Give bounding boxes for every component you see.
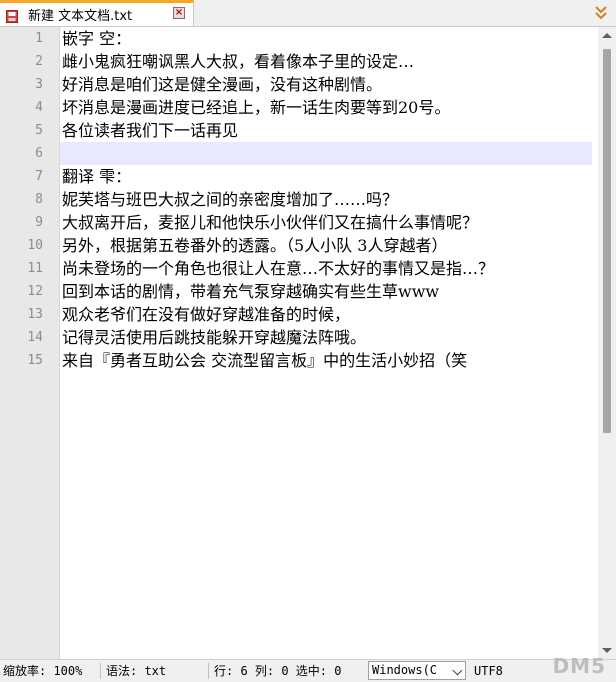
text-line[interactable]: 来自『勇者互助公会 交流型留言板』中的生活小妙招（笑 <box>62 349 467 372</box>
encoding[interactable]: UTF8 <box>474 660 503 682</box>
status-divider <box>100 663 101 679</box>
status-bar: 缩放率: 100% 语法: txt 行: 6 列: 0 选中: 0 Window… <box>0 654 616 682</box>
scroll-up-arrow-icon[interactable] <box>602 33 612 38</box>
text-content[interactable]: 嵌字 空： 雌小鬼疯狂嘲讽黑人大叔，看着像本子里的设定… 好消息是咱们这是健全漫画，… <box>60 27 596 659</box>
line-number: 12 <box>27 284 43 299</box>
line-number: 1 <box>35 31 43 46</box>
status-divider <box>208 663 209 679</box>
line-number-gutter: 1 2 3 4 5 6 7 8 9 10 11 12 13 14 15 <box>0 27 60 659</box>
scrollbar-thumb[interactable] <box>603 49 611 433</box>
text-line[interactable]: 另外，根据第五卷番外的透露。（5人小队 3人穿越者） <box>62 234 447 257</box>
text-editor[interactable]: 1 2 3 4 5 6 7 8 9 10 11 12 13 14 15 嵌字 空： 雌小鬼疯狂嘲讽黑人大叔，看… <box>0 27 616 659</box>
text-line[interactable]: 坏消息是漫画进度已经追上，新一话生肉要等到20号。 <box>62 96 450 119</box>
chevron-down-icon <box>452 665 463 676</box>
text-line[interactable]: 嵌字 空： <box>62 27 131 50</box>
syntax-mode[interactable]: 语法: txt <box>106 660 166 682</box>
line-number: 10 <box>27 238 43 253</box>
vertical-scrollbar[interactable] <box>598 27 616 659</box>
zoom-level[interactable]: 缩放率: 100% <box>3 660 82 682</box>
tab-bar: 新建 文本文档.txt × <box>0 0 616 27</box>
cursor-position: 行: 6 列: 0 选中: 0 <box>214 664 342 678</box>
line-number: 6 <box>35 146 43 161</box>
tab-document[interactable]: 新建 文本文档.txt × <box>0 0 194 26</box>
text-line[interactable]: 好消息是咱们这是健全漫画，没有这种剧情。 <box>62 73 382 96</box>
line-number: 9 <box>35 215 43 230</box>
line-number: 5 <box>35 123 43 138</box>
line-ending-select[interactable]: Windows(C <box>368 661 466 680</box>
text-line[interactable]: 大叔离开后，麦抠儿和他快乐小伙伴们又在搞什么事情呢？ <box>62 211 478 234</box>
line-number: 8 <box>35 192 43 207</box>
line-number: 11 <box>27 261 43 276</box>
text-line[interactable]: 尚未登场的一个角色也很让人在意…不太好的事情又是指…？ <box>62 257 494 280</box>
line-number: 15 <box>27 353 43 368</box>
text-line[interactable]: 回到本话的剧情，带着充气泵穿越确实有些生草www <box>62 280 439 303</box>
line-ending-value: Windows(C <box>372 663 438 677</box>
line-number: 13 <box>27 307 43 322</box>
file-icon <box>6 8 18 23</box>
text-line[interactable]: 妮芙塔与班巴大叔之间的亲密度增加了……吗？ <box>62 188 398 211</box>
line-number: 4 <box>35 100 43 115</box>
line-number: 14 <box>27 330 43 345</box>
text-line[interactable]: 观众老爷们在没有做好穿越准备的时候， <box>62 303 350 326</box>
text-line[interactable]: 翻译 雫： <box>62 165 131 188</box>
text-line[interactable]: 记得灵活使用后跳技能躲开穿越魔法阵哦。 <box>62 326 366 349</box>
tab-list-menu-icon[interactable] <box>592 3 610 21</box>
close-icon[interactable]: × <box>173 7 185 19</box>
watermark-logo: DM5 <box>552 654 606 678</box>
line-number: 2 <box>35 54 43 69</box>
line-number: 3 <box>35 77 43 92</box>
tab-title: 新建 文本文档.txt <box>28 9 133 24</box>
line-number: 7 <box>35 169 43 184</box>
text-line[interactable]: 雌小鬼疯狂嘲讽黑人大叔，看着像本子里的设定… <box>62 50 414 73</box>
editor-window: 新建 文本文档.txt × 1 2 3 4 5 6 7 8 9 10 11 12 13 14 15 嵌字 空… <box>0 0 616 682</box>
scroll-down-arrow-icon[interactable] <box>602 648 612 653</box>
text-line[interactable]: 各位读者我们下一话再见 <box>62 119 238 142</box>
